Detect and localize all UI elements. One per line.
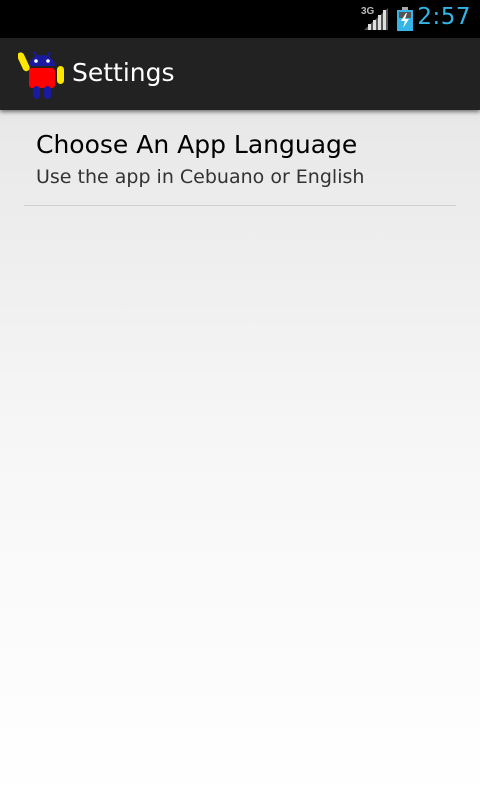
clock: 2:57 [417,4,471,30]
preference-app-language[interactable]: Choose An App Language Use the app in Ce… [24,110,456,206]
page-title: Settings [72,58,175,87]
status-bar: 3G 2:57 [0,0,480,38]
action-bar: Settings [0,38,480,110]
preference-title: Choose An App Language [36,130,358,159]
settings-list: Choose An App Language Use the app in Ce… [0,110,480,800]
battery-charging-icon [397,7,413,31]
signal-icon [364,8,388,30]
preference-summary: Use the app in Cebuano or English [36,166,365,188]
android-app-icon[interactable] [18,48,66,100]
